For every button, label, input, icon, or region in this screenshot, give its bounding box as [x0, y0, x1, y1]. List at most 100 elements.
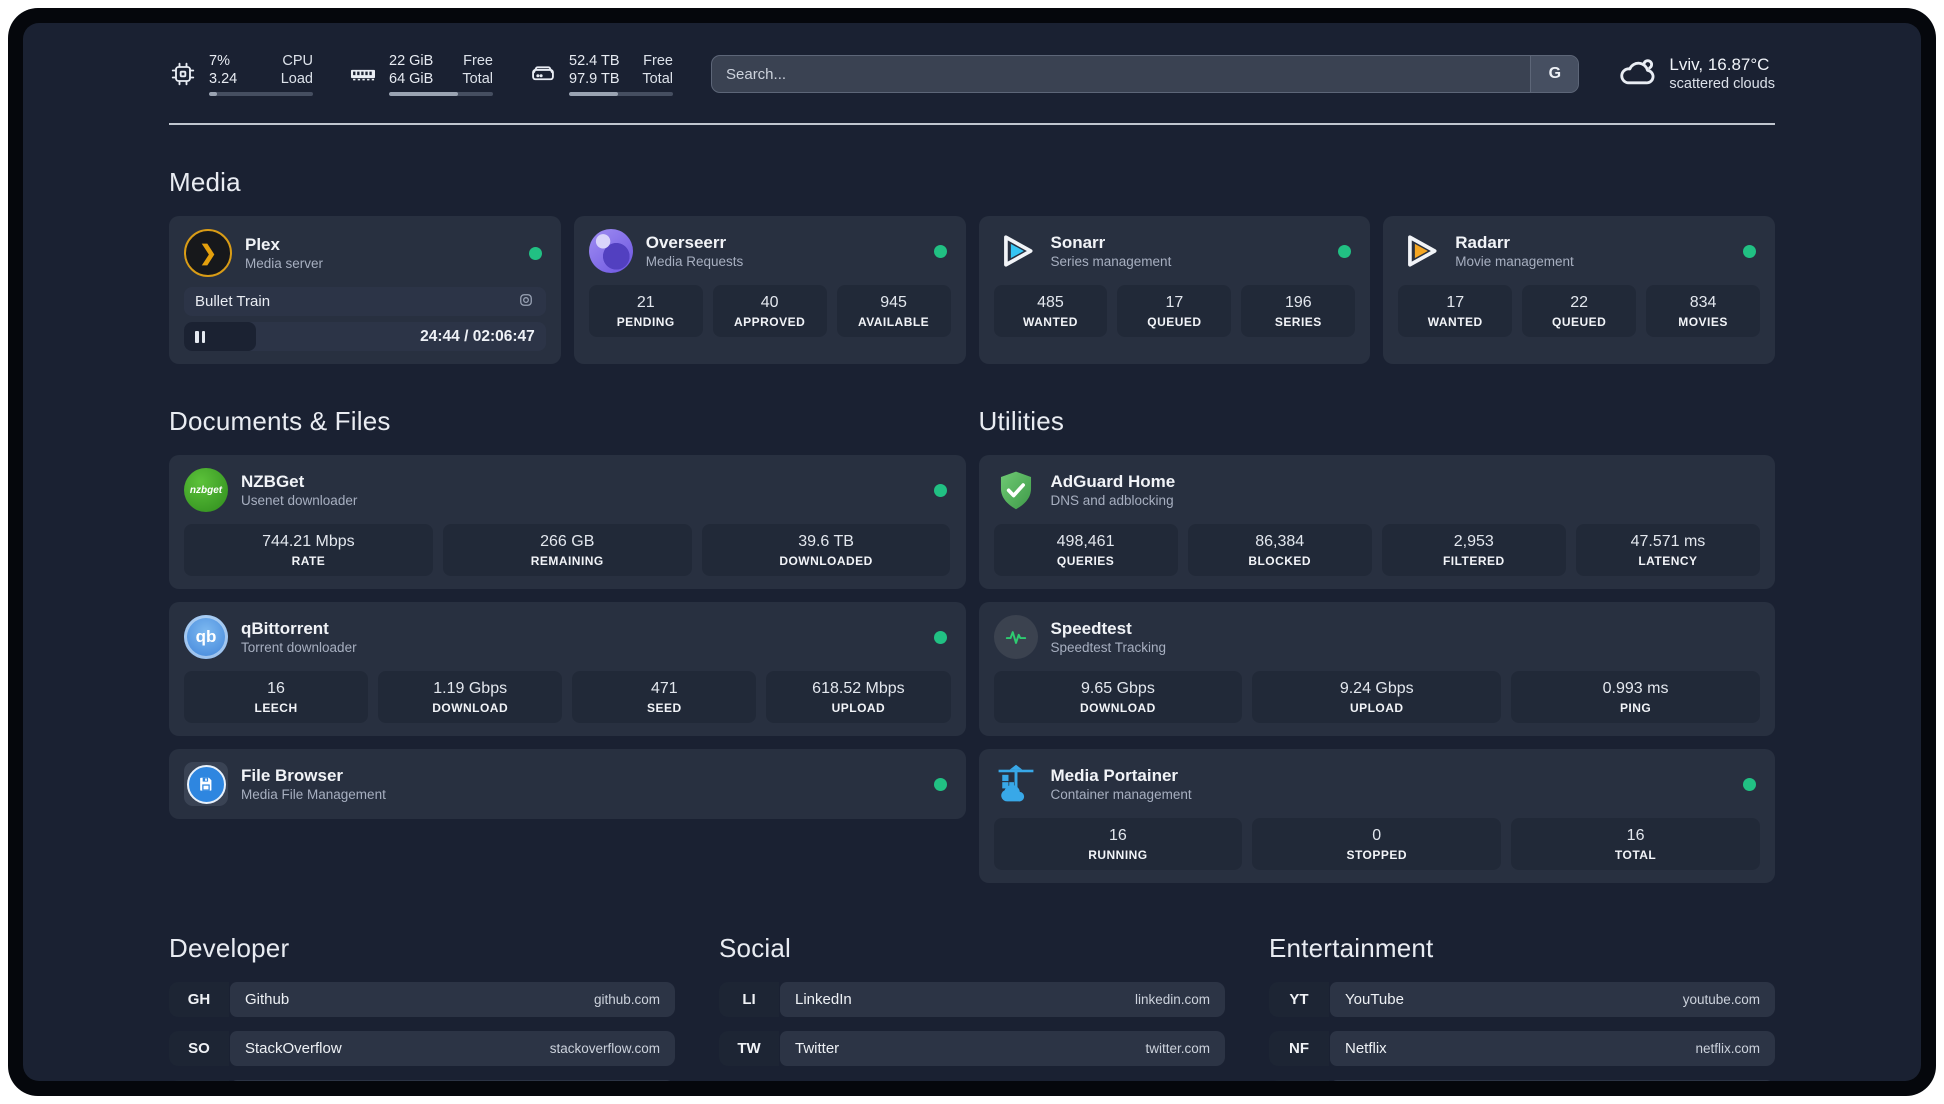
stat-tile: 17 WANTED	[1398, 285, 1513, 337]
ram-free-label: Free	[463, 53, 493, 69]
app-description: Usenet downloader	[241, 493, 358, 508]
app-name: Overseerr	[645, 233, 727, 252]
app-description: Container management	[1050, 787, 1192, 802]
weather-condition: scattered clouds	[1669, 76, 1775, 92]
app-card-radarr[interactable]: Radarr Movie management 17 WANTED 22 QUEUE…	[1383, 216, 1775, 364]
bookmark-github[interactable]: GH Github github.com	[169, 982, 675, 1017]
stat-tile: 17 QUEUED	[1117, 285, 1232, 337]
bookmark-twitter[interactable]: TW Twitter twitter.com	[719, 1031, 1225, 1066]
search-bar: G	[711, 55, 1580, 93]
app-card-plex[interactable]: ❯ Plex Media server Bullet Train 24:44 /…	[169, 216, 561, 364]
nzbget-icon: nzbget	[184, 468, 228, 512]
stat-tile: 744.21 Mbps RATE	[184, 524, 433, 576]
app-card-portainer[interactable]: Media Portainer Container management 16 R…	[978, 749, 1775, 883]
bookmark-linkedin[interactable]: LI LinkedIn linkedin.com	[719, 982, 1225, 1017]
bookmark-dev[interactable]: DT DEVdev.to	[169, 1080, 675, 1081]
status-online-dot	[1743, 777, 1756, 791]
plex-icon: ❯	[184, 229, 232, 277]
portainer-icon	[994, 762, 1038, 806]
app-card-overseerr[interactable]: Overseerr Media Requests 21 PENDING 40 APP…	[573, 216, 966, 364]
stat-tile: 0 STOPPED	[1252, 818, 1502, 870]
app-name: Speedtest	[1050, 619, 1132, 638]
stat-tile: 22 QUEUED	[1522, 285, 1637, 337]
app-name: AdGuard Home	[1050, 472, 1176, 491]
stat-tile: 498,461 QUERIES	[993, 524, 1178, 576]
filebrowser-icon	[184, 762, 228, 806]
bookmark-name: LinkedIn	[795, 991, 852, 1008]
app-card-sonarr[interactable]: Sonarr Series management 485 WANTED 17 QUE…	[978, 216, 1371, 364]
disk-free-label: Free	[643, 53, 673, 69]
qbittorrent-icon: qb	[184, 615, 228, 659]
ram-icon	[349, 60, 377, 88]
speedtest-icon	[993, 615, 1038, 659]
app-description: DNS and adblocking	[1050, 493, 1174, 508]
stat-tile: 2,953 FILTERED	[1381, 524, 1566, 576]
media-card-row: ❯ Plex Media server Bullet Train 24:44 /…	[169, 216, 1775, 364]
ram-total-value: 64 GiB	[389, 71, 434, 87]
cpu-load-label: Load	[280, 71, 313, 87]
stat-tile: 40 APPROVED	[712, 285, 827, 337]
bookmark-name: YouTube	[1345, 991, 1404, 1008]
device-bezel: 7% CPU 3.24 Load 22 GiB Free 64 GiB Total	[8, 8, 1936, 1096]
section-title-social: Social	[719, 933, 792, 963]
status-online-dot	[933, 244, 947, 258]
stat-tile: 16 RUNNING	[993, 818, 1243, 870]
stat-tile: 21 PENDING	[588, 285, 703, 337]
cpu-load-value: 3.24	[209, 71, 238, 87]
section-title-utilities: Utilities	[978, 406, 1065, 436]
pause-icon[interactable]	[195, 330, 205, 343]
bookmark-url: github.com	[593, 992, 660, 1007]
bookmark-netflix[interactable]: NF Netflix netflix.com	[1269, 1031, 1775, 1066]
bookmark-stackoverflow[interactable]: SO StackOverflow stackoverflow.com	[169, 1031, 675, 1066]
bookmark-url: twitter.com	[1145, 1041, 1210, 1056]
bookmark-badge: TW	[719, 1031, 779, 1066]
disk-total-label: Total	[642, 71, 673, 87]
stat-tile: 618.52 Mbps UPLOAD	[766, 671, 951, 723]
stat-tile: 16 LEECH	[184, 671, 369, 723]
bookmark-reddit[interactable]: RE Redditreddit.com	[1269, 1080, 1775, 1081]
cpu-icon	[169, 60, 197, 88]
cpu-progress-bar	[209, 92, 313, 96]
status-online-dot	[933, 483, 947, 497]
sonarr-icon	[994, 229, 1038, 273]
stat-tile: 0.993 ms PING	[1511, 671, 1760, 723]
app-card-adguard[interactable]: AdGuard Home DNS and adblocking 498,461 Q…	[978, 455, 1775, 589]
app-name: Radarr	[1455, 233, 1511, 252]
stat-tile: 1.19 Gbps DOWNLOAD	[378, 671, 563, 723]
app-description: Media File Management	[241, 787, 386, 802]
disk-total-value: 97.9 TB	[569, 71, 620, 87]
radarr-icon	[1398, 229, 1442, 273]
memory-stat: 22 GiB Free 64 GiB Total	[349, 52, 493, 96]
marketing-frame: 7% CPU 3.24 Load 22 GiB Free 64 GiB Total	[0, 0, 1944, 1104]
stat-tile: 266 GB REMAINING	[442, 524, 692, 576]
now-playing-title: Bullet Train	[195, 293, 271, 310]
disk-icon	[529, 60, 557, 88]
stat-tile: 834 MOVIES	[1646, 285, 1761, 337]
playback-progress-bar[interactable]: 24:44 / 02:06:47	[184, 322, 546, 351]
app-card-filebrowser[interactable]: File Browser Media File Management	[169, 749, 966, 819]
search-input[interactable]	[712, 56, 1531, 92]
status-online-dot	[933, 630, 947, 644]
ram-free-value: 22 GiB	[389, 53, 434, 69]
gear-icon[interactable]	[517, 291, 535, 313]
bookmark-badge: YT	[1269, 982, 1329, 1017]
app-description: Movie management	[1455, 254, 1574, 269]
bookmark-name: Twitter	[795, 1040, 840, 1057]
status-online-dot	[1743, 244, 1756, 258]
app-card-nzbget[interactable]: nzbget NZBGet Usenet downloader 744.21 M…	[169, 455, 966, 589]
cpu-usage-value: 7%	[209, 53, 230, 69]
status-online-dot	[1338, 244, 1352, 258]
plex-now-playing: Bullet Train 24:44 / 02:06:47	[184, 287, 546, 351]
bookmark-youtube[interactable]: YT YouTube youtube.com	[1269, 982, 1775, 1017]
bookmark-badge: RE	[1269, 1080, 1329, 1081]
app-description: Torrent downloader	[241, 640, 357, 655]
overseerr-icon	[588, 229, 633, 273]
status-online-dot	[933, 777, 947, 791]
app-card-speedtest[interactable]: Speedtest Speedtest Tracking 9.65 Gbps DO…	[978, 602, 1775, 736]
app-card-qbittorrent[interactable]: qb qBittorrent Torrent downloader 16 LEEC…	[169, 602, 966, 736]
app-name: Media Portainer	[1050, 766, 1179, 785]
search-engine-button[interactable]: G	[1530, 56, 1579, 92]
app-description: Series management	[1050, 254, 1172, 269]
bookmark-name: Github	[245, 991, 290, 1008]
dashboard-page: 7% CPU 3.24 Load 22 GiB Free 64 GiB Total	[23, 23, 1921, 1081]
